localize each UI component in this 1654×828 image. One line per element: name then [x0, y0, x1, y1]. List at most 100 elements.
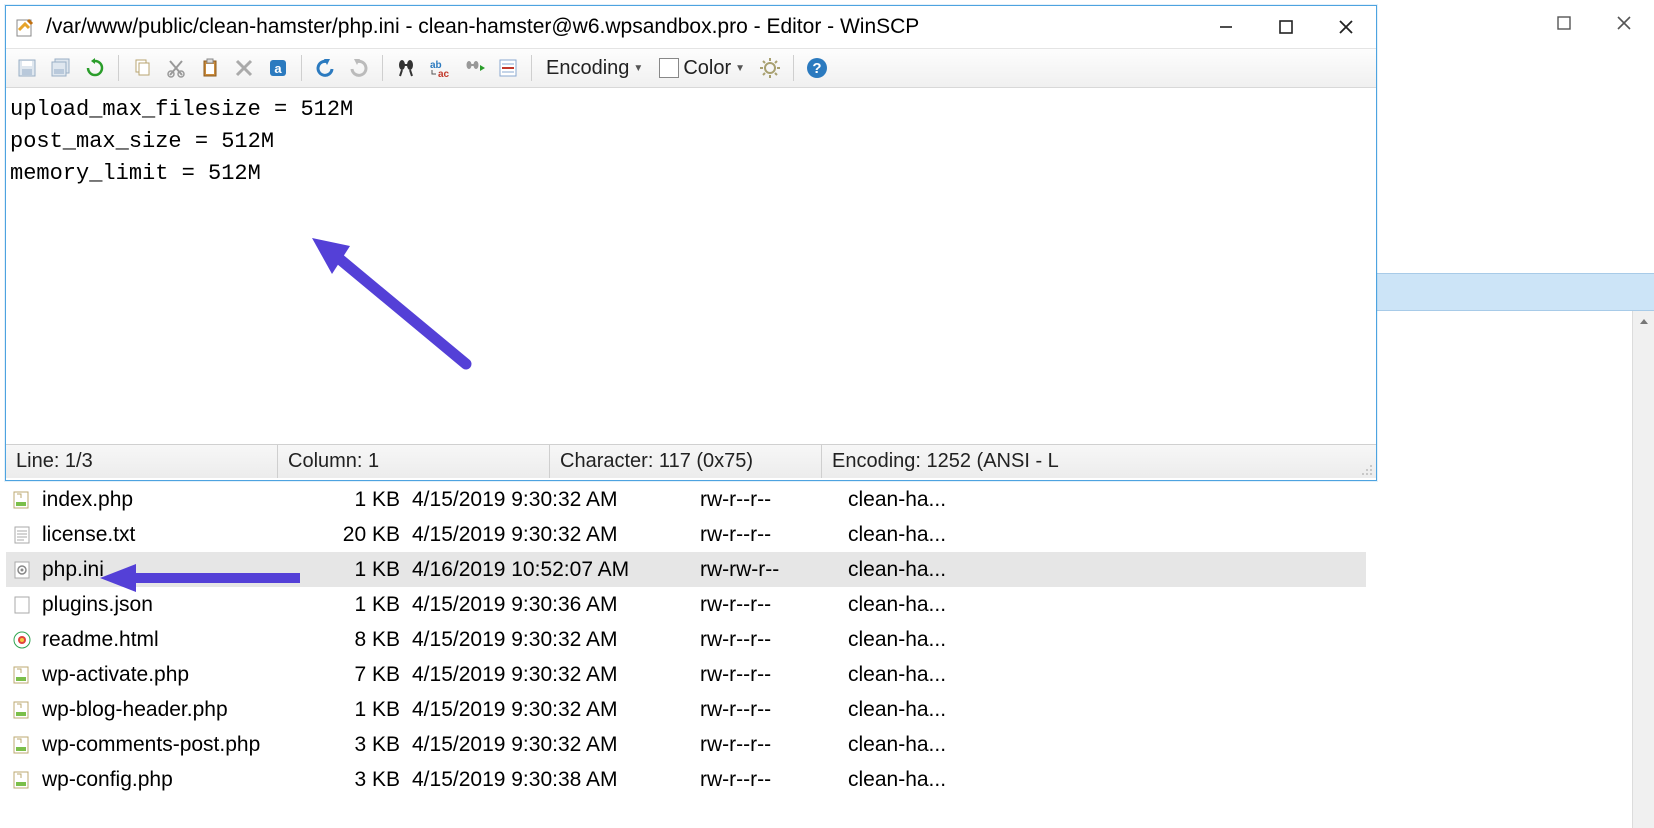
file-icon: [10, 488, 34, 512]
file-changed: 4/15/2019 9:30:38 AM: [412, 768, 700, 792]
toolbar-separator: [301, 55, 302, 81]
file-name: wp-blog-header.php: [42, 698, 228, 722]
select-all-button[interactable]: a: [263, 53, 293, 83]
status-column: Column: 1: [278, 445, 550, 478]
file-changed: 4/16/2019 10:52:07 AM: [412, 558, 700, 582]
file-row[interactable]: readme.html 8 KB4/15/2019 9:30:32 AMrw-r-…: [6, 622, 1366, 657]
statusbar: Line: 1/3 Column: 1 Character: 117 (0x75…: [6, 444, 1376, 478]
svg-text:a: a: [274, 61, 282, 76]
file-row[interactable]: wp-comments-post.php 3 KB4/15/2019 9:30:3…: [6, 727, 1366, 762]
minimize-button[interactable]: [1196, 7, 1256, 47]
file-size: 20 KB: [306, 523, 412, 547]
file-icon: [10, 558, 34, 582]
file-owner: clean-ha...: [848, 733, 988, 757]
resize-grip-icon[interactable]: [1356, 445, 1376, 478]
file-size: 8 KB: [306, 628, 412, 652]
file-size: 3 KB: [306, 768, 412, 792]
chevron-down-icon: ▼: [633, 63, 643, 74]
file-name: wp-comments-post.php: [42, 733, 260, 757]
file-rights: rw-r--r--: [700, 663, 848, 687]
file-rights: rw-r--r--: [700, 698, 848, 722]
file-rights: rw-r--r--: [700, 593, 848, 617]
color-swatch-icon: [659, 58, 679, 78]
reload-button[interactable]: [80, 53, 110, 83]
file-changed: 4/15/2019 9:30:32 AM: [412, 488, 700, 512]
file-owner: clean-ha...: [848, 628, 988, 652]
preferences-button[interactable]: [755, 53, 785, 83]
app-icon: [14, 16, 36, 38]
maximize-button[interactable]: [1256, 7, 1316, 47]
file-rights: rw-r--r--: [700, 523, 848, 547]
svg-text:?: ?: [812, 60, 821, 77]
toolbar: a abac: [6, 48, 1376, 88]
bg-maximize-button[interactable]: [1534, 1, 1594, 45]
bg-close-button[interactable]: [1594, 1, 1654, 45]
file-changed: 4/15/2019 9:30:32 AM: [412, 523, 700, 547]
file-name: wp-activate.php: [42, 663, 189, 687]
file-owner: clean-ha...: [848, 663, 988, 687]
file-owner: clean-ha...: [848, 593, 988, 617]
toolbar-separator: [531, 55, 532, 81]
goto-button[interactable]: [493, 53, 523, 83]
cut-button[interactable]: [161, 53, 191, 83]
close-button[interactable]: [1316, 7, 1376, 47]
svg-text:ac: ac: [438, 69, 450, 78]
file-size: 1 KB: [306, 558, 412, 582]
file-icon: [10, 593, 34, 617]
find-next-button[interactable]: [459, 53, 489, 83]
file-name: wp-config.php: [42, 768, 173, 792]
file-rights: rw-r--r--: [700, 733, 848, 757]
annotation-arrow-editor: [306, 170, 486, 438]
file-name: php.ini: [42, 558, 104, 582]
file-row[interactable]: wp-config.php 3 KB4/15/2019 9:30:38 AMrw-…: [6, 762, 1366, 797]
find-button[interactable]: [391, 53, 421, 83]
paste-button[interactable]: [195, 53, 225, 83]
file-rights: rw-rw-r--: [700, 558, 848, 582]
file-list[interactable]: index.php1 KB4/15/2019 9:30:32 AMrw-r--r…: [6, 482, 1366, 797]
help-button[interactable]: ?: [802, 53, 832, 83]
file-size: 1 KB: [306, 488, 412, 512]
scroll-up-icon[interactable]: [1633, 311, 1654, 333]
file-name: license.txt: [42, 523, 135, 547]
chevron-down-icon: ▼: [735, 63, 745, 74]
file-icon: [10, 663, 34, 687]
redo-button[interactable]: [344, 53, 374, 83]
editor-content: upload_max_filesize = 512M post_max_size…: [10, 97, 353, 186]
file-owner: clean-ha...: [848, 488, 988, 512]
status-line: Line: 1/3: [6, 445, 278, 478]
file-rights: rw-r--r--: [700, 628, 848, 652]
editor-textarea[interactable]: upload_max_filesize = 512M post_max_size…: [6, 88, 1376, 444]
file-row[interactable]: wp-activate.php 7 KB4/15/2019 9:30:32 AMr…: [6, 657, 1366, 692]
save-all-button[interactable]: [46, 53, 76, 83]
file-size: 1 KB: [306, 698, 412, 722]
file-changed: 4/15/2019 9:30:32 AM: [412, 663, 700, 687]
file-rights: rw-r--r--: [700, 768, 848, 792]
file-name: readme.html: [42, 628, 159, 652]
file-row[interactable]: license.txt 20 KB4/15/2019 9:30:32 AMrw-r…: [6, 517, 1366, 552]
replace-button[interactable]: abac: [425, 53, 455, 83]
delete-button[interactable]: [229, 53, 259, 83]
file-owner: clean-ha...: [848, 523, 988, 547]
bg-selection-bar: [1376, 273, 1654, 311]
bg-window-controls: [1374, 0, 1654, 46]
color-menu[interactable]: Color ▼: [653, 53, 751, 83]
undo-button[interactable]: [310, 53, 340, 83]
titlebar[interactable]: /var/www/public/clean-hamster/php.ini - …: [6, 6, 1376, 48]
file-name: index.php: [42, 488, 133, 512]
file-size: 3 KB: [306, 733, 412, 757]
save-button[interactable]: [12, 53, 42, 83]
file-size: 1 KB: [306, 593, 412, 617]
file-row[interactable]: wp-blog-header.php1 KB4/15/2019 9:30:32 …: [6, 692, 1366, 727]
bg-scrollbar[interactable]: [1632, 311, 1654, 828]
file-icon: [10, 733, 34, 757]
toolbar-separator: [118, 55, 119, 81]
encoding-menu[interactable]: Encoding ▼: [540, 53, 649, 83]
file-changed: 4/15/2019 9:30:32 AM: [412, 628, 700, 652]
copy-button[interactable]: [127, 53, 157, 83]
file-row[interactable]: index.php1 KB4/15/2019 9:30:32 AMrw-r--r…: [6, 482, 1366, 517]
encoding-label: Encoding: [546, 57, 629, 80]
window-controls: [1196, 7, 1376, 47]
file-size: 7 KB: [306, 663, 412, 687]
file-changed: 4/15/2019 9:30:32 AM: [412, 733, 700, 757]
file-icon: [10, 628, 34, 652]
